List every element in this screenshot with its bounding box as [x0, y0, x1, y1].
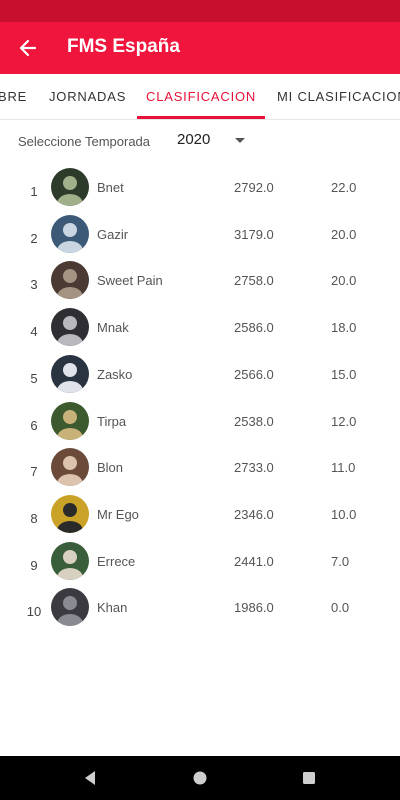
avatar — [51, 308, 89, 347]
avatar — [51, 588, 89, 627]
circle-home-icon — [193, 771, 207, 785]
tab-mi-clasificacion[interactable]: MI CLASIFICACION — [277, 74, 400, 119]
tab-bar: BRE JORNADAS CLASIFICACION MI CLASIFICAC… — [0, 74, 400, 120]
avatar — [51, 261, 89, 300]
rank-number: 7 — [30, 464, 38, 480]
standings-row[interactable]: 1 Bnet 2792.0 22.0 — [0, 168, 400, 214]
user-avatar-icon — [51, 494, 89, 533]
player-score: 20.0 — [331, 226, 357, 242]
nav-home-button[interactable] — [188, 766, 212, 790]
player-name: Sweet Pain — [97, 273, 163, 289]
player-name: Blon — [97, 460, 124, 476]
nav-back-button[interactable] — [78, 766, 102, 790]
page-title: FMS España — [67, 36, 180, 57]
nav-recents-button[interactable] — [297, 766, 321, 790]
avatar — [51, 448, 89, 487]
avatar — [51, 168, 89, 206]
user-avatar-icon — [51, 261, 89, 300]
caret-down-icon[interactable] — [234, 137, 246, 145]
player-score: 0.0 — [331, 600, 350, 616]
player-points: 2792.0 — [234, 180, 274, 195]
user-avatar-icon — [51, 354, 89, 393]
avatar — [51, 494, 89, 533]
avatar — [51, 354, 89, 393]
rank-number: 6 — [30, 417, 38, 433]
user-avatar-icon — [51, 588, 89, 627]
player-points: 2346.0 — [234, 506, 274, 522]
square-recents-icon — [303, 772, 315, 784]
system-nav-bar — [0, 756, 400, 800]
rank-number: 9 — [30, 557, 38, 573]
standings-row[interactable]: 8 Mr Ego 2346.0 10.0 — [0, 494, 400, 541]
player-name: Tirpa — [97, 413, 127, 429]
season-dropdown[interactable]: 2020 — [177, 131, 210, 148]
tab-calendario[interactable]: BRE — [0, 74, 27, 119]
standings-row[interactable]: 6 Tirpa 2538.0 12.0 — [0, 401, 400, 448]
user-avatar-icon — [51, 541, 89, 580]
player-name: Zasko — [97, 366, 133, 382]
triangle-back-icon — [85, 771, 95, 785]
standings-row[interactable]: 5 Zasko 2566.0 15.0 — [0, 354, 400, 401]
arrow-left-icon — [19, 39, 37, 57]
active-tab-indicator — [137, 116, 265, 119]
user-avatar-icon — [51, 401, 89, 440]
player-name: Gazir — [97, 226, 129, 242]
player-score: 10.0 — [331, 506, 357, 522]
player-score: 12.0 — [331, 413, 357, 429]
player-score: 22.0 — [331, 180, 357, 195]
standings-row[interactable]: 2 Gazir 3179.0 20.0 — [0, 214, 400, 261]
player-score: 20.0 — [331, 273, 357, 289]
rank-number: 8 — [30, 510, 38, 526]
user-avatar-icon — [51, 448, 89, 487]
rank-number: 10 — [26, 604, 42, 620]
avatar — [51, 541, 89, 580]
standings-row[interactable]: 10 Khan 1986.0 0.0 — [0, 588, 400, 634]
standings-row[interactable]: 7 Blon 2733.0 11.0 — [0, 448, 400, 494]
standings-row[interactable]: 3 Sweet Pain 2758.0 20.0 — [0, 261, 400, 307]
player-points: 2441.0 — [234, 553, 274, 569]
player-name: Errece — [97, 553, 136, 569]
tab-clasificacion[interactable]: CLASIFICACION — [146, 74, 256, 119]
rank-number: 4 — [30, 324, 38, 340]
player-points: 2733.0 — [234, 460, 274, 476]
status-bar — [0, 0, 400, 22]
player-name: Bnet — [97, 180, 124, 195]
player-points: 2538.0 — [234, 413, 274, 429]
avatar — [51, 401, 89, 440]
rank-number: 5 — [30, 370, 38, 386]
player-points: 1986.0 — [234, 600, 274, 616]
user-avatar-icon — [51, 308, 89, 347]
player-points: 2566.0 — [234, 366, 274, 382]
user-avatar-icon — [51, 214, 89, 253]
player-points: 3179.0 — [234, 226, 274, 242]
player-name: Mnak — [97, 320, 129, 336]
standings-row[interactable]: 9 Errece 2441.0 7.0 — [0, 541, 400, 588]
rank-number: 2 — [30, 230, 38, 246]
player-points: 2758.0 — [234, 273, 274, 289]
player-points: 2586.0 — [234, 320, 274, 336]
season-label: Seleccione Temporada — [18, 134, 151, 149]
standings-row[interactable]: 4 Mnak 2586.0 18.0 — [0, 308, 400, 354]
player-score: 7.0 — [331, 553, 350, 569]
avatar — [51, 214, 89, 253]
player-score: 11.0 — [331, 460, 356, 476]
player-name: Khan — [97, 600, 128, 616]
rank-number: 1 — [30, 184, 38, 199]
player-name: Mr Ego — [97, 506, 139, 522]
user-avatar-icon — [51, 168, 89, 206]
tab-jornadas[interactable]: JORNADAS — [49, 74, 126, 119]
rank-number: 3 — [30, 277, 38, 293]
player-score: 15.0 — [331, 366, 357, 382]
back-button[interactable] — [10, 30, 46, 66]
app-bar: FMS España — [0, 22, 400, 74]
player-score: 18.0 — [331, 320, 357, 336]
